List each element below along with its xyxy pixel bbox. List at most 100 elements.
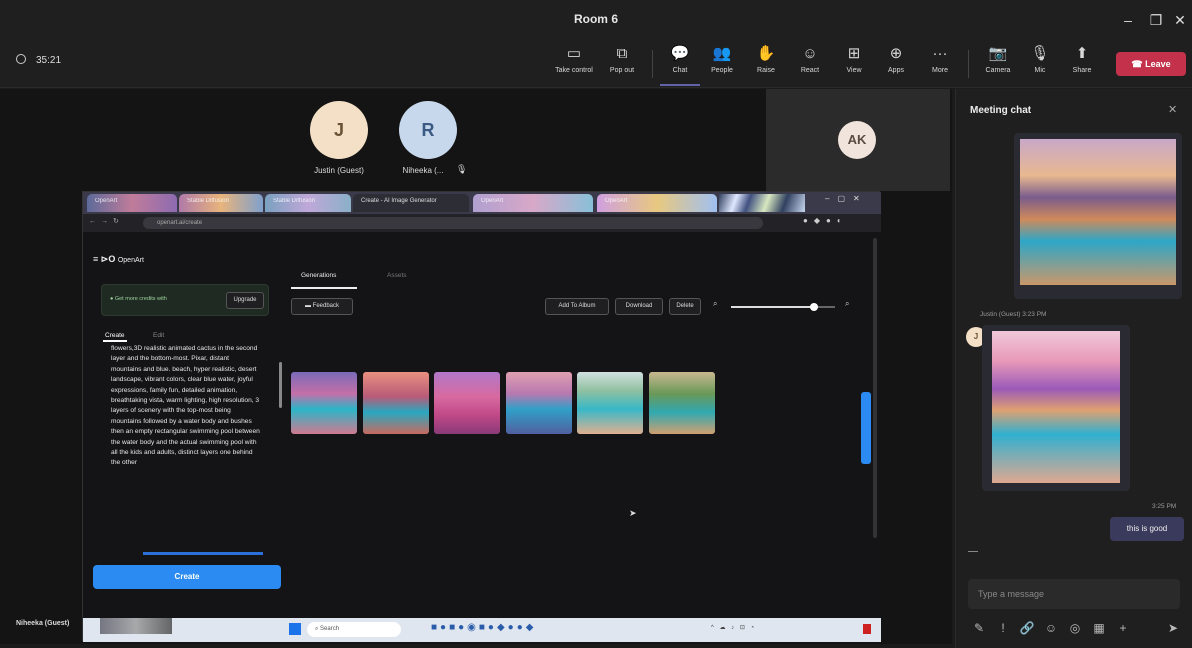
- raise-hand-button[interactable]: ✋ Raise: [746, 44, 786, 86]
- send-icon[interactable]: ➤: [1162, 617, 1184, 639]
- prompt-progress: [143, 552, 263, 555]
- chat-sender-line: Justin (Guest) 3:23 PM: [980, 311, 1047, 318]
- maximize-button[interactable]: ❐: [1144, 8, 1168, 32]
- more-actions-icon[interactable]: +: [1112, 617, 1134, 639]
- windows-start-icon[interactable]: [289, 623, 301, 635]
- camera-icon: 📷: [988, 45, 1008, 62]
- taskbar-search[interactable]: ⌕ Search: [307, 622, 401, 637]
- zoom-in-icon[interactable]: ⌕: [845, 299, 849, 309]
- openart-app: ≡ ⊳O OpenArt ● Get more credits with Upg…: [83, 232, 881, 630]
- browser-tab[interactable]: Stable Diffusion: [265, 194, 351, 212]
- taskbar-app-icons[interactable]: ■●■●◉■●◆●●◆: [431, 622, 536, 633]
- mic-button[interactable]: 🎙 Mic: [1020, 44, 1060, 86]
- nav-arrows-icon[interactable]: ←→↻: [89, 217, 124, 225]
- leave-button[interactable]: ☎ Leave: [1116, 52, 1186, 76]
- notification-icon[interactable]: [863, 624, 871, 634]
- close-chat-icon[interactable]: ✕: [1168, 103, 1177, 116]
- prompt-scrollbar[interactable]: [279, 362, 282, 408]
- pop-out-icon: ⧉: [616, 45, 628, 62]
- take-control-label: Take control: [555, 67, 593, 74]
- zoom-handle[interactable]: [810, 303, 819, 311]
- pop-out-button[interactable]: ⧉ Pop out: [602, 44, 642, 86]
- generated-image-thumbnail[interactable]: [577, 372, 643, 434]
- apps-button[interactable]: ⊕ Apps: [876, 44, 916, 86]
- side-tab-edit[interactable]: Edit: [153, 332, 164, 339]
- browser-window-controls[interactable]: –▢✕: [825, 194, 877, 212]
- browser-tab[interactable]: OpenArt: [597, 194, 717, 212]
- side-tab-create[interactable]: Create: [105, 332, 125, 339]
- download-button[interactable]: Download: [615, 298, 663, 315]
- loop-icon[interactable]: ◎: [1064, 617, 1086, 639]
- windows-taskbar: ⌕ Search ■●■●◉■●◆●●◆ ^ ☁ ♪ ⊡ ◔: [83, 618, 881, 642]
- window-title: Room 6: [573, 12, 618, 26]
- minimize-button[interactable]: –: [1116, 8, 1140, 32]
- menu-icon[interactable]: ≡: [93, 254, 98, 264]
- generated-image-thumbnail[interactable]: [434, 372, 500, 434]
- participant-avatar-justin[interactable]: J: [310, 101, 368, 159]
- prompt-textarea[interactable]: flowers,3D realistic animated cactus in …: [111, 344, 261, 552]
- gif-icon[interactable]: ▦: [1088, 617, 1110, 639]
- side-feedback-tab[interactable]: [861, 392, 871, 464]
- generated-image-thumbnail[interactable]: [291, 372, 357, 434]
- important-icon[interactable]: !: [992, 617, 1014, 639]
- close-window-button[interactable]: ✕: [1168, 8, 1192, 32]
- browser-tab[interactable]: Stable Diffusion: [179, 194, 263, 212]
- more-button[interactable]: ··· More: [920, 44, 960, 86]
- feedback-button[interactable]: ▬ Feedback: [291, 298, 353, 315]
- generated-image-thumbnail[interactable]: [649, 372, 715, 434]
- divider: [968, 551, 978, 552]
- tab-label: Create - AI Image Generator: [361, 198, 437, 204]
- shield-icon: [16, 54, 26, 64]
- people-button[interactable]: 👥 People: [702, 44, 742, 86]
- generated-image-thumbnail[interactable]: [363, 372, 429, 434]
- chat-image-message[interactable]: [982, 325, 1130, 491]
- toolbar-divider: [968, 50, 969, 78]
- generated-image-thumbnail[interactable]: [506, 372, 572, 434]
- view-button[interactable]: ⊞ View: [834, 44, 874, 86]
- feedback-label: Feedback: [312, 303, 340, 309]
- openart-logo-icon: ⊳O: [100, 254, 116, 264]
- meeting-toolbar: 35:21 ▭ Take control ⧉ Pop out 💬 Chat 👥 Peop…: [0, 40, 1192, 88]
- react-button[interactable]: ☺ React: [790, 44, 830, 86]
- upgrade-small-button[interactable]: Upgrade: [226, 292, 264, 309]
- format-icon[interactable]: ✎: [968, 617, 990, 639]
- hand-icon: ✋: [756, 45, 776, 62]
- participant-avatar-niheeka[interactable]: R: [399, 101, 457, 159]
- add-to-album-button[interactable]: Add To Album: [545, 298, 609, 315]
- people-label: People: [711, 67, 733, 74]
- shared-screen[interactable]: OpenArt Stable Diffusion Stable Diffusio…: [82, 191, 881, 642]
- video-tile[interactable]: AK: [766, 89, 950, 191]
- extension-icons[interactable]: ●◆●◐: [803, 216, 848, 225]
- zoom-slider[interactable]: [731, 303, 835, 311]
- tab-assets[interactable]: Assets: [387, 272, 407, 279]
- page-scrollbar[interactable]: [873, 238, 877, 538]
- presenter-name: Niheeka (Guest): [16, 620, 70, 627]
- camera-label: Camera: [985, 67, 1011, 74]
- raise-label: Raise: [757, 67, 775, 74]
- delete-button[interactable]: Delete: [669, 298, 701, 315]
- take-control-button[interactable]: ▭ Take control: [554, 44, 594, 86]
- message-input[interactable]: Type a message: [968, 579, 1180, 609]
- create-button[interactable]: Create: [93, 565, 281, 589]
- more-icon: ···: [932, 45, 948, 62]
- attach-icon[interactable]: 🔗: [1016, 617, 1038, 639]
- system-tray[interactable]: ^ ☁ ♪ ⊡ ◔: [711, 624, 756, 631]
- presenter-thumbnail: [100, 618, 172, 634]
- chat-button[interactable]: 💬 Chat: [660, 44, 700, 86]
- share-button[interactable]: ⬆ Share: [1062, 44, 1102, 86]
- mic-label: Mic: [1034, 67, 1046, 74]
- app-name: OpenArt: [117, 257, 144, 264]
- browser-tab[interactable]: OpenArt: [473, 194, 593, 212]
- browser-tab-active[interactable]: Create - AI Image Generator: [353, 194, 469, 212]
- browser-tab[interactable]: OpenArt: [87, 194, 177, 212]
- create-label: Create: [174, 572, 200, 581]
- apps-icon: ⊕: [889, 45, 903, 62]
- zoom-out-icon[interactable]: ⌕: [713, 299, 717, 309]
- more-label: More: [932, 67, 948, 74]
- tab-generations[interactable]: Generations: [301, 272, 336, 279]
- chat-image-message[interactable]: [1014, 133, 1182, 299]
- emoji-icon[interactable]: ☺: [1040, 617, 1062, 639]
- own-message-bubble[interactable]: this is good: [1110, 517, 1184, 541]
- camera-button[interactable]: 📷 Camera: [978, 44, 1018, 86]
- address-field[interactable]: openart.ai/create: [143, 217, 763, 229]
